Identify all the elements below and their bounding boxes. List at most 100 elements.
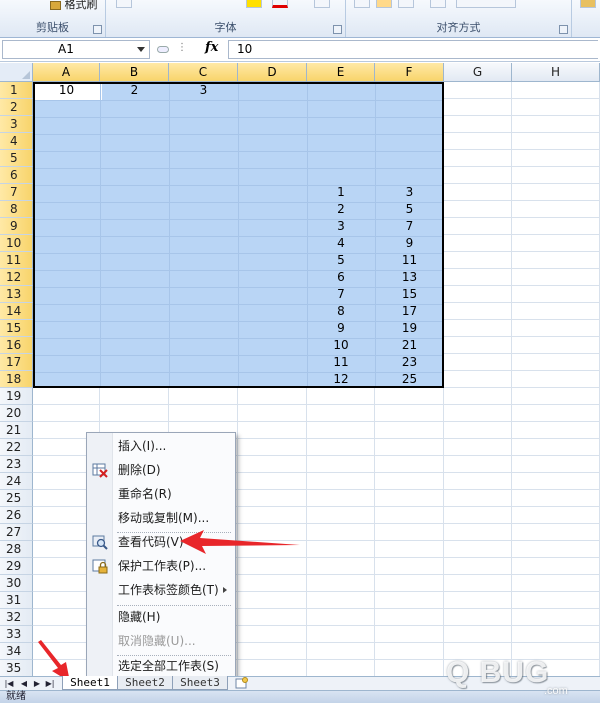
font-more-button[interactable] [314,0,330,8]
menu-item-tab-color[interactable]: 工作表标签颜色(T) [87,579,235,601]
column-header-f[interactable]: F [375,63,444,82]
cell-f8[interactable]: 5 [375,201,444,218]
align-middle-button[interactable] [376,0,392,8]
row-header-17[interactable]: 17 [0,354,33,371]
menu-item-move-copy[interactable]: 移动或复制(M)... [87,507,235,529]
fill-color-button[interactable] [246,0,262,8]
menu-item-select-all-sheets[interactable]: 选定全部工作表(S) [87,655,235,677]
menu-item-view-code[interactable]: 查看代码(V) [87,531,235,553]
row-header-34[interactable]: 34 [0,643,33,660]
next-sheet-icon[interactable]: ▶ [31,678,43,689]
column-header-d[interactable]: D [238,63,307,82]
row-header-31[interactable]: 31 [0,592,33,609]
row-header-26[interactable]: 26 [0,507,33,524]
row-header-3[interactable]: 3 [0,116,33,133]
row-header-30[interactable]: 30 [0,575,33,592]
menu-item-rename[interactable]: 重命名(R) [87,483,235,505]
clipboard-launcher-icon[interactable] [93,25,102,34]
row-header-8[interactable]: 8 [0,201,33,218]
formula-resize-icon[interactable] [157,46,169,53]
align-bottom-button[interactable] [398,0,414,8]
cell-e18[interactable]: 12 [307,371,375,388]
cell-f11[interactable]: 11 [375,252,444,269]
row-header-24[interactable]: 24 [0,473,33,490]
row-header-10[interactable]: 10 [0,235,33,252]
row-header-2[interactable]: 2 [0,99,33,116]
row-header-9[interactable]: 9 [0,218,33,235]
menu-item-protect-sheet[interactable]: 保护工作表(P)... [87,555,235,577]
column-header-a[interactable]: A [33,63,100,82]
cell-e10[interactable]: 4 [307,235,375,252]
cell-f10[interactable]: 9 [375,235,444,252]
cell-e11[interactable]: 5 [307,252,375,269]
row-header-13[interactable]: 13 [0,286,33,303]
row-header-4[interactable]: 4 [0,133,33,150]
row-header-23[interactable]: 23 [0,456,33,473]
cell-e16[interactable]: 10 [307,337,375,354]
cell-f14[interactable]: 17 [375,303,444,320]
row-header-27[interactable]: 27 [0,524,33,541]
row-header-11[interactable]: 11 [0,252,33,269]
row-header-5[interactable]: 5 [0,150,33,167]
first-sheet-icon[interactable]: |◀ [3,678,15,689]
select-all-button[interactable] [0,63,33,82]
prev-sheet-icon[interactable]: ◀ [18,678,30,689]
column-header-e[interactable]: E [307,63,375,82]
cell-f17[interactable]: 23 [375,354,444,371]
sheet-tab-sheet2[interactable]: Sheet2 [117,676,173,690]
cell-f7[interactable]: 3 [375,184,444,201]
sheet-tab-sheet3[interactable]: Sheet3 [172,676,228,690]
cell-e9[interactable]: 3 [307,218,375,235]
cell-e13[interactable]: 7 [307,286,375,303]
menu-item-hide[interactable]: 隐藏(H) [87,606,235,628]
cell-c1[interactable]: 3 [169,82,238,99]
alignment-launcher-icon[interactable] [559,25,568,34]
cell-f18[interactable]: 25 [375,371,444,388]
cell-e14[interactable]: 8 [307,303,375,320]
formula-input[interactable]: 10 [228,40,598,59]
row-header-25[interactable]: 25 [0,490,33,507]
last-sheet-icon[interactable]: ▶| [44,678,56,689]
column-header-c[interactable]: C [169,63,238,82]
cell-e7[interactable]: 1 [307,184,375,201]
row-header-18[interactable]: 18 [0,371,33,388]
row-header-35[interactable]: 35 [0,660,33,676]
insert-sheet-icon[interactable] [235,677,249,689]
row-header-21[interactable]: 21 [0,422,33,439]
font-color-button[interactable] [272,0,288,8]
cell-f16[interactable]: 21 [375,337,444,354]
row-header-16[interactable]: 16 [0,337,33,354]
cell-a1[interactable]: 10 [33,82,100,99]
row-header-6[interactable]: 6 [0,167,33,184]
row-header-33[interactable]: 33 [0,626,33,643]
cell-f12[interactable]: 13 [375,269,444,286]
column-header-b[interactable]: B [100,63,169,82]
cell-e12[interactable]: 6 [307,269,375,286]
border-button[interactable] [116,0,132,8]
column-header-g[interactable]: G [444,63,512,82]
cell-f15[interactable]: 19 [375,320,444,337]
cell-e15[interactable]: 9 [307,320,375,337]
format-painter-button[interactable]: 格式刷 [50,0,98,11]
align-top-button[interactable] [354,0,370,8]
row-header-14[interactable]: 14 [0,303,33,320]
row-header-29[interactable]: 29 [0,558,33,575]
name-box[interactable]: A1 [2,40,150,59]
row-header-22[interactable]: 22 [0,439,33,456]
wrap-text-button[interactable] [430,0,446,8]
merge-button[interactable] [456,0,516,8]
cell-e17[interactable]: 11 [307,354,375,371]
number-format-button[interactable] [580,0,596,8]
row-header-28[interactable]: 28 [0,541,33,558]
menu-item-delete[interactable]: 删除(D) [87,459,235,481]
insert-function-icon[interactable]: fx [205,40,218,55]
cell-b1[interactable]: 2 [100,82,169,99]
row-header-12[interactable]: 12 [0,269,33,286]
menu-item-insert[interactable]: 插入(I)... [87,435,235,457]
column-header-h[interactable]: H [512,63,600,82]
cell-f13[interactable]: 15 [375,286,444,303]
cell-f9[interactable]: 7 [375,218,444,235]
row-header-19[interactable]: 19 [0,388,33,405]
row-header-7[interactable]: 7 [0,184,33,201]
row-header-32[interactable]: 32 [0,609,33,626]
